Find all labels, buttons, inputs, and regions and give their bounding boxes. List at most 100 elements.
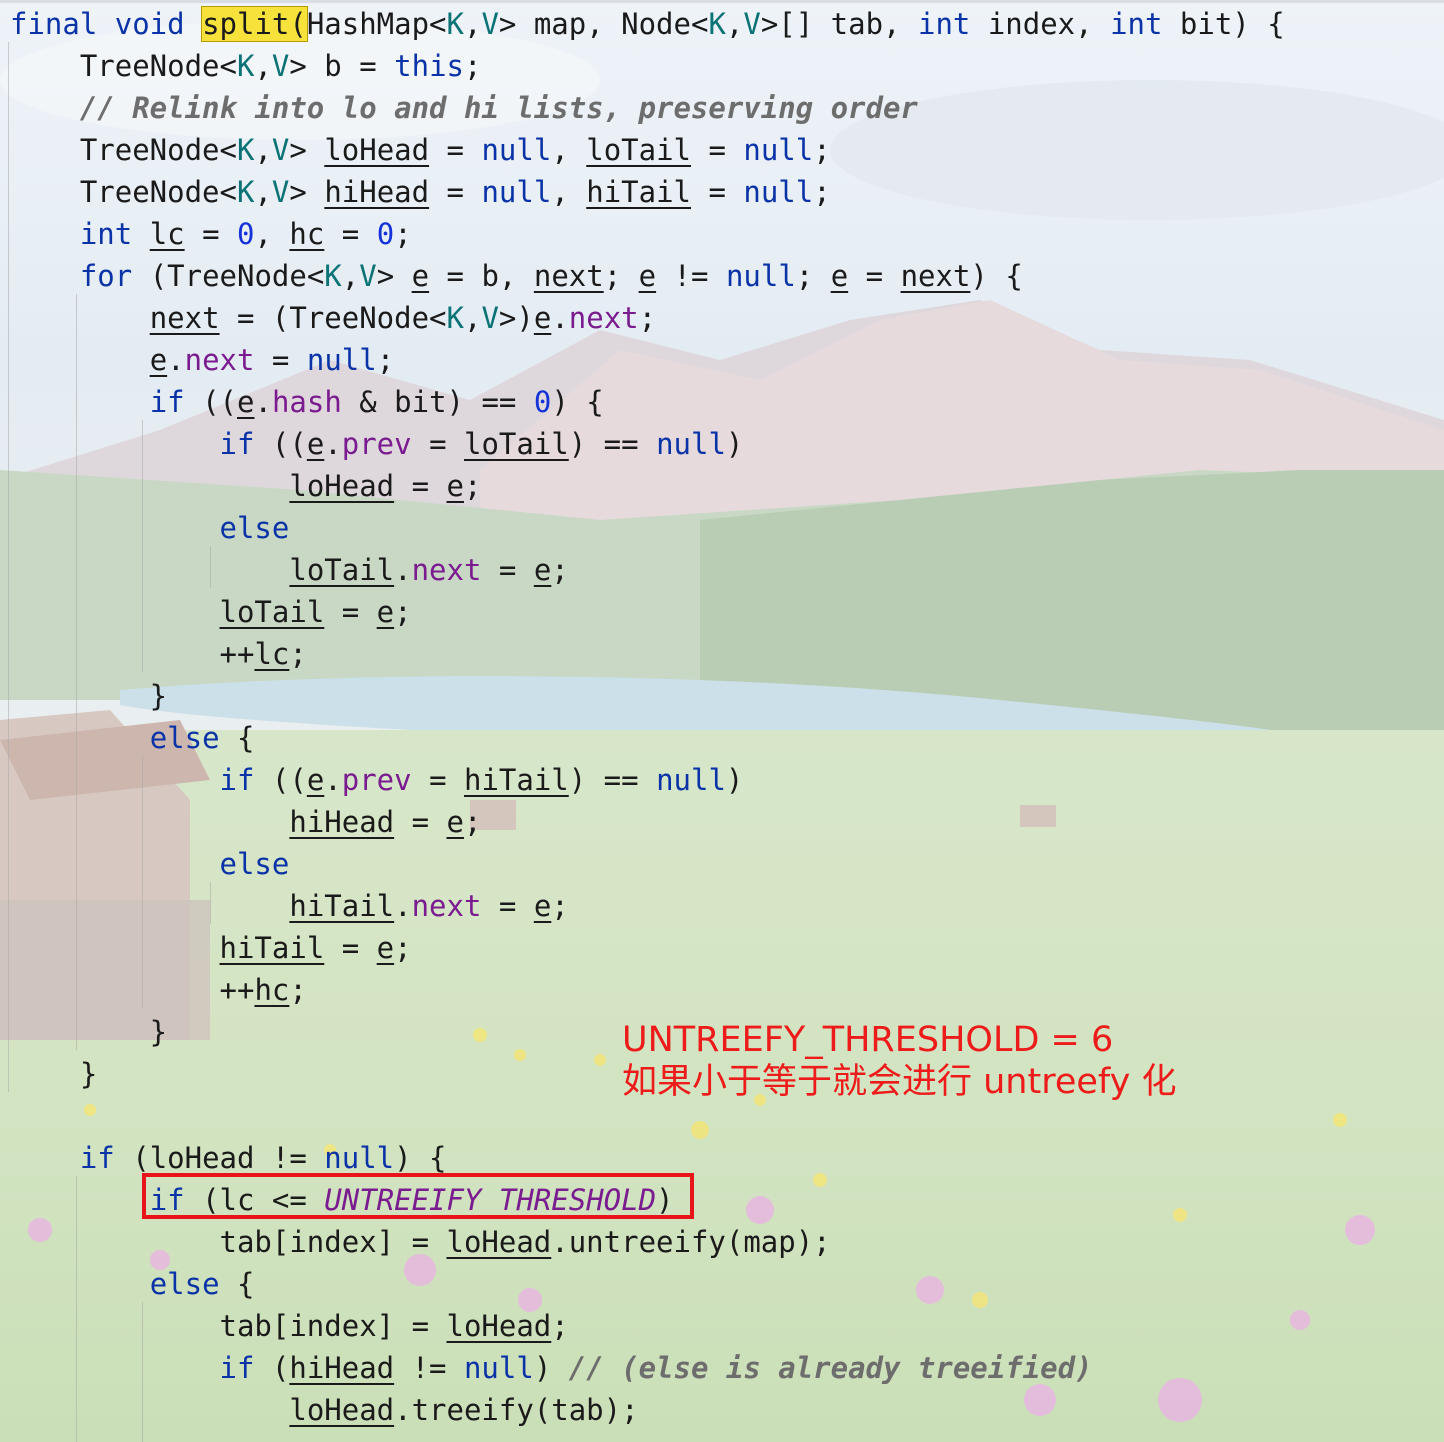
code-token: > <box>376 259 412 293</box>
code-token: = (TreeNode< <box>219 301 447 335</box>
code-token: hiTail <box>289 889 395 923</box>
code-line[interactable]: } <box>10 1011 167 1053</box>
code-line[interactable]: for (TreeNode<K,V> e = b, next; e != nul… <box>10 255 1023 297</box>
code-line[interactable]: ++lc; <box>10 633 307 675</box>
code-token: else <box>219 511 290 545</box>
annotation-untreefy-note: 如果小于等于就会进行 untreefy 化 <box>622 1062 1177 1102</box>
code-token: , <box>551 133 587 167</box>
code-token: > <box>289 133 325 167</box>
code-line[interactable]: e.next = null; <box>10 339 394 381</box>
code-token: hiHead <box>289 1351 395 1385</box>
code-token: next <box>411 553 482 587</box>
code-token: next <box>149 301 220 335</box>
code-token: null <box>656 427 726 461</box>
code-token: > map, Node< <box>498 7 709 41</box>
code-token: null <box>463 1351 534 1385</box>
code-line[interactable]: tab[index] = loHead; <box>10 1305 569 1347</box>
code-token: e <box>446 805 464 839</box>
code-token: e <box>638 259 657 293</box>
code-token: ) == <box>568 427 657 461</box>
code-line[interactable]: if ((e.prev = hiTail) == null) <box>10 759 744 801</box>
code-token: else <box>149 721 220 755</box>
code-token: TreeNode< <box>10 175 237 209</box>
code-token: = <box>691 175 744 209</box>
code-line[interactable]: else <box>10 507 290 549</box>
code-token: K <box>446 7 464 41</box>
code-line[interactable]: TreeNode<K,V> hiHead = null, hiTail = nu… <box>10 171 831 213</box>
code-token: hiTail <box>464 763 569 797</box>
code-line[interactable]: hiTail = e; <box>10 927 412 969</box>
code-line[interactable]: loTail.next = e; <box>10 549 568 591</box>
code-editor[interactable]: final void split(HashMap<K,V> map, Node<… <box>0 0 1444 1442</box>
code-line[interactable]: TreeNode<K,V> loHead = null, loTail = nu… <box>10 129 831 171</box>
code-line[interactable]: else <box>10 843 290 885</box>
code-line[interactable]: hiHead = e; <box>10 801 481 843</box>
code-token: loHead <box>289 1393 395 1427</box>
code-line[interactable]: loHead = e; <box>10 465 481 507</box>
code-token: K <box>446 301 464 335</box>
code-token: = <box>429 133 482 167</box>
code-token: & bit) == <box>341 385 534 419</box>
threshold-highlight-box <box>142 1173 694 1219</box>
code-line[interactable]: final void split(HashMap<K,V> map, Node<… <box>10 3 1285 45</box>
code-token: prev <box>341 763 412 797</box>
code-token: ) { <box>394 1141 447 1175</box>
code-token: = <box>324 595 377 629</box>
code-token: ; <box>603 259 639 293</box>
code-token: next <box>568 301 639 335</box>
code-line[interactable]: loHead.treeify(tab); <box>10 1389 638 1431</box>
code-token: , <box>463 301 482 335</box>
code-token: loHead <box>446 1225 552 1259</box>
indent-guide <box>8 42 9 1092</box>
code-token: . <box>254 385 272 419</box>
code-line[interactable]: if ((e.prev = loTail) == null) <box>10 423 744 465</box>
code-token: prev <box>341 427 412 461</box>
code-token: null <box>743 133 814 167</box>
code-line[interactable]: // Relink into lo and hi lists, preservi… <box>10 87 918 129</box>
code-token: , <box>725 7 744 41</box>
code-line[interactable]: } <box>10 675 167 717</box>
code-token: if <box>79 1141 115 1175</box>
code-token: loTail <box>219 595 325 629</box>
code-token: { <box>219 1267 255 1301</box>
code-token: TreeNode< <box>10 133 237 167</box>
code-token: .untreeify(map); <box>551 1225 831 1259</box>
code-token: ; <box>813 175 831 209</box>
code-token: = <box>254 343 307 377</box>
code-line[interactable]: else { <box>10 1263 255 1305</box>
code-line[interactable]: hiTail.next = e; <box>10 885 568 927</box>
code-token: index, <box>970 7 1111 41</box>
code-line[interactable]: TreeNode<K,V> b = this; <box>10 45 482 87</box>
code-token: >[] tab, <box>760 7 918 41</box>
code-token: lc <box>254 637 290 671</box>
code-token: e <box>306 427 325 461</box>
code-token: e <box>376 595 395 629</box>
code-token: = <box>394 469 447 503</box>
code-line[interactable]: if ((e.hash & bit) == 0) { <box>10 381 604 423</box>
code-line[interactable]: if (hiHead != null) // (else is already … <box>10 1347 1093 1389</box>
code-token: if <box>219 763 255 797</box>
code-line[interactable]: loTail = e; <box>10 591 412 633</box>
code-line[interactable]: else { <box>10 717 255 759</box>
code-token: ; <box>463 469 482 503</box>
code-line[interactable]: } <box>10 1053 97 1095</box>
code-token: this <box>394 49 464 83</box>
code-token: hc <box>254 973 290 1007</box>
code-line[interactable]: tab[index] = loHead.untreeify(map); <box>10 1221 831 1263</box>
code-token: 0 <box>533 385 552 419</box>
code-token: int <box>79 217 133 251</box>
code-line[interactable]: next = (TreeNode<K,V>)e.next; <box>10 297 656 339</box>
code-line[interactable]: int lc = 0, hc = 0; <box>10 213 412 255</box>
code-line[interactable]: ++hc; <box>10 969 307 1011</box>
code-token: != <box>394 1351 464 1385</box>
